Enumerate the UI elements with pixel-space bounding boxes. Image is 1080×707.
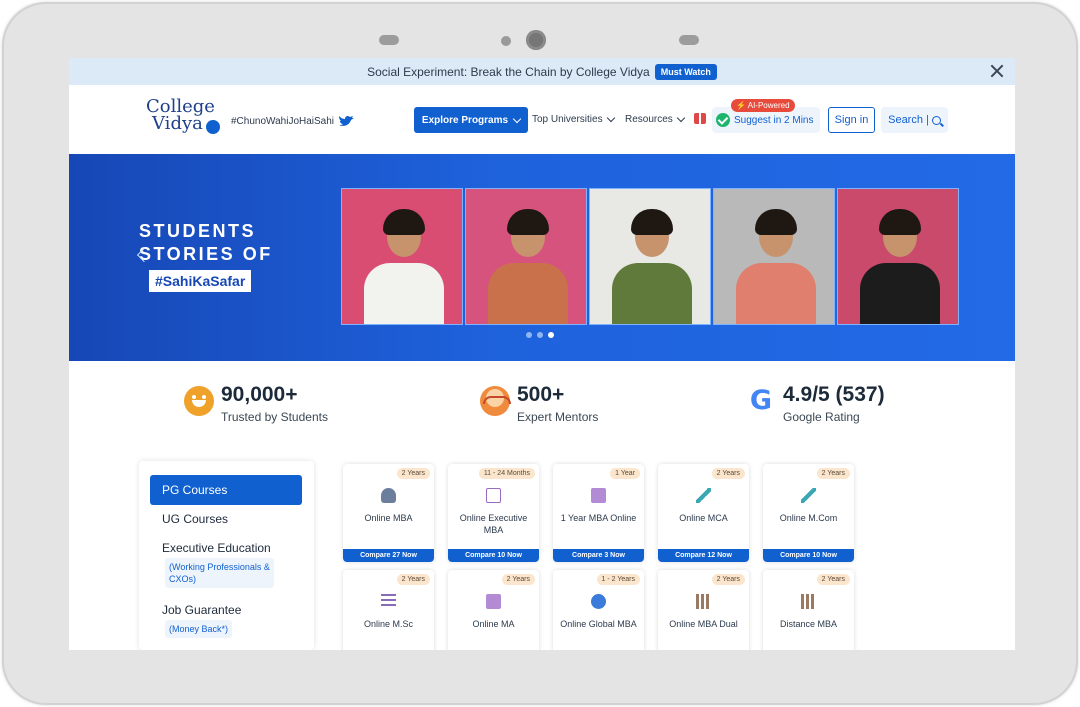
course-name: Online Executive MBA [459, 513, 528, 535]
menu-item-job-guarantee[interactable]: Job Guarantee [150, 603, 302, 617]
course-card[interactable]: 1 Year 1 Year MBA Online Compare 3 Now [553, 464, 644, 562]
course-name: Online MBA Dual [669, 619, 738, 629]
smiley-icon [184, 386, 214, 416]
duration-badge: 2 Years [396, 574, 430, 585]
student-photo [713, 188, 835, 325]
carousel-dot[interactable] [526, 332, 532, 338]
search-button[interactable]: Search | [881, 107, 948, 133]
menu-subtext: (Working Professionals & CXOs) [165, 558, 274, 588]
explore-programs-button[interactable]: Explore Programs [414, 107, 528, 133]
duration-badge: 2 Years [501, 574, 535, 585]
course-card[interactable]: 1 - 2 Years Online Global MBA [553, 570, 644, 650]
student-photo [837, 188, 959, 325]
course-card[interactable]: 2 Years Online MCA Compare 12 Now [658, 464, 749, 562]
course-name: Online MBA [364, 513, 413, 523]
gift-icon[interactable] [694, 113, 706, 124]
book-icon [486, 594, 501, 609]
person-icon [381, 488, 396, 503]
college-vidya-logo[interactable]: College Vidya [146, 98, 226, 138]
calendar-icon [486, 488, 501, 503]
chevron-down-icon [512, 114, 522, 123]
duration-badge: 2 Years [396, 468, 430, 479]
course-name: Online Global MBA [560, 619, 637, 629]
globe-icon [591, 594, 606, 609]
course-name: 1 Year MBA Online [560, 513, 637, 523]
announcement-bar: Social Experiment: Break the Chain by Co… [69, 58, 1015, 85]
carousel-dots [526, 332, 554, 338]
menu-item-ug-courses[interactable]: UG Courses [150, 512, 302, 526]
course-card[interactable]: 2 Years Distance MBA [763, 570, 854, 650]
sensor-pill [679, 35, 699, 45]
sign-in-button[interactable]: Sign in [828, 107, 875, 133]
duration-badge: 1 Year [610, 468, 640, 479]
duration-badge: 11 - 24 Months [478, 468, 535, 479]
camera-icon [526, 30, 546, 50]
books-icon [801, 594, 816, 609]
book-icon [591, 488, 606, 503]
student-photo [465, 188, 587, 325]
course-category-menu: PG Courses UG Courses Executive Educatio… [139, 461, 314, 650]
course-card[interactable]: 2 Years Online MA [448, 570, 539, 650]
screen: Social Experiment: Break the Chain by Co… [69, 58, 1015, 650]
course-name: Online M.Sc [363, 619, 414, 629]
list-icon [381, 594, 396, 609]
course-card[interactable]: 2 Years Online MBA Compare 27 Now [343, 464, 434, 562]
books-icon [696, 594, 711, 609]
top-universities-menu[interactable]: Top Universities [532, 113, 615, 125]
compare-button[interactable]: Compare 10 Now [448, 549, 539, 562]
course-name: Online M.Com [779, 513, 838, 523]
pencil-icon [801, 488, 816, 503]
resources-menu[interactable]: Resources [625, 113, 686, 125]
student-photo [341, 188, 463, 325]
compare-button[interactable]: Compare 12 Now [658, 549, 749, 562]
menu-item-executive-education[interactable]: Executive Education [150, 541, 302, 555]
google-icon: G [746, 386, 776, 416]
twitter-icon[interactable] [338, 114, 356, 128]
banner-hashtag: #SahiKaSafar [149, 270, 252, 292]
sensor-dot [501, 36, 511, 46]
compare-button[interactable]: Compare 10 Now [763, 549, 854, 562]
course-name: Online MCA [679, 513, 728, 523]
duration-badge: 1 - 2 Years [596, 574, 640, 585]
carousel-dot[interactable] [537, 332, 543, 338]
carousel-dot[interactable] [548, 332, 554, 338]
hero-banner[interactable]: STUDENTS STORIES OF #SahiKaSafar [69, 154, 1015, 361]
chevron-down-icon [676, 113, 686, 123]
banner-title: STUDENTS STORIES OF [139, 221, 273, 264]
course-name: Distance MBA [779, 619, 838, 629]
duration-badge: 2 Years [816, 468, 850, 479]
duration-badge: 2 Years [816, 574, 850, 585]
close-icon[interactable] [989, 63, 1005, 79]
site-header: College Vidya #ChunoWahiJoHaiSahi Explor… [69, 85, 1015, 154]
ai-powered-badge: ⚡ AI-Powered [731, 99, 795, 112]
chevron-down-icon [606, 113, 615, 123]
announcement-text: Social Experiment: Break the Chain by Co… [367, 64, 650, 79]
sensor-pill [379, 35, 399, 45]
logo-badge [206, 120, 220, 134]
compare-button[interactable]: Compare 27 Now [343, 549, 434, 562]
course-card[interactable]: 2 Years Online M.Sc [343, 570, 434, 650]
must-watch-button[interactable]: Must Watch [654, 63, 717, 80]
student-photo [589, 188, 711, 325]
menu-subtext: (Money Back*) [165, 620, 233, 638]
mentor-icon [480, 386, 511, 416]
duration-badge: 2 Years [711, 468, 745, 479]
pencil-icon [696, 488, 711, 503]
duration-badge: 2 Years [711, 574, 745, 585]
course-name: Online MA [472, 619, 515, 629]
menu-item-pg-courses[interactable]: PG Courses [150, 475, 302, 505]
search-icon [931, 115, 941, 125]
check-icon [716, 113, 730, 127]
course-card[interactable]: 2 Years Online MBA Dual [658, 570, 749, 650]
hashtag: #ChunoWahiJoHaiSahi [231, 114, 356, 128]
course-card[interactable]: 2 Years Online M.Com Compare 10 Now [763, 464, 854, 562]
compare-button[interactable]: Compare 3 Now [553, 549, 644, 562]
course-card[interactable]: 11 - 24 Months Online Executive MBA Comp… [448, 464, 539, 562]
